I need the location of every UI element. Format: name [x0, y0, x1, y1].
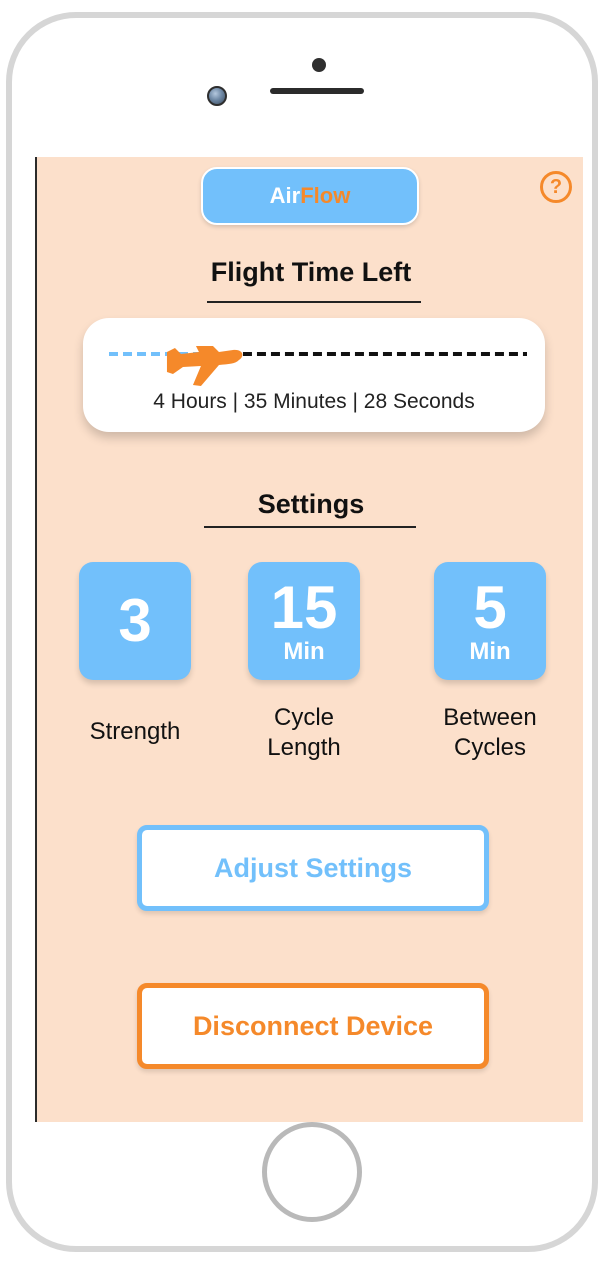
- settings-title-underline: [204, 526, 416, 528]
- strength-value: 3: [118, 587, 152, 654]
- proximity-sensor: [312, 58, 326, 72]
- airplane-icon: [166, 346, 243, 386]
- help-icon[interactable]: ?: [540, 171, 572, 203]
- strength-label: Strength: [89, 718, 181, 745]
- flight-time-title: Flight Time Left: [210, 257, 412, 287]
- app-screen: Air Flow ? Flight Time Left 4 Hours | 35 …: [35, 157, 583, 1122]
- cycle-length-unit: Min: [283, 638, 325, 665]
- cycle-length-value-box: 15 Min: [248, 562, 360, 680]
- home-button[interactable]: [262, 1122, 362, 1222]
- between-cycles-value-box: 5 Min: [434, 562, 546, 680]
- flight-time-remaining: 4 Hours | 35 Minutes | 28 Seconds: [153, 390, 475, 413]
- adjust-settings-button[interactable]: Adjust Settings: [137, 825, 489, 911]
- between-cycles-unit: Min: [469, 638, 511, 665]
- flight-progress-track: [109, 346, 527, 386]
- flight-progress-card: 4 Hours | 35 Minutes | 28 Seconds: [83, 318, 545, 432]
- strength-value-box: 3: [79, 562, 191, 680]
- disconnect-device-button[interactable]: Disconnect Device: [137, 983, 489, 1069]
- app-logo: Air Flow: [201, 167, 419, 225]
- flight-title-underline: [207, 301, 421, 303]
- earpiece-speaker: [270, 88, 364, 94]
- settings-title: Settings: [257, 489, 365, 519]
- logo-text-air: Air: [269, 183, 301, 208]
- between-cycles-label: Between Cycles: [443, 704, 537, 761]
- cycle-length-label: Cycle Length: [267, 704, 341, 761]
- cycle-length-value: 15: [270, 574, 338, 641]
- between-cycles-value: 5: [473, 574, 507, 641]
- logo-text-flow: Flow: [300, 183, 351, 208]
- front-camera: [207, 86, 227, 106]
